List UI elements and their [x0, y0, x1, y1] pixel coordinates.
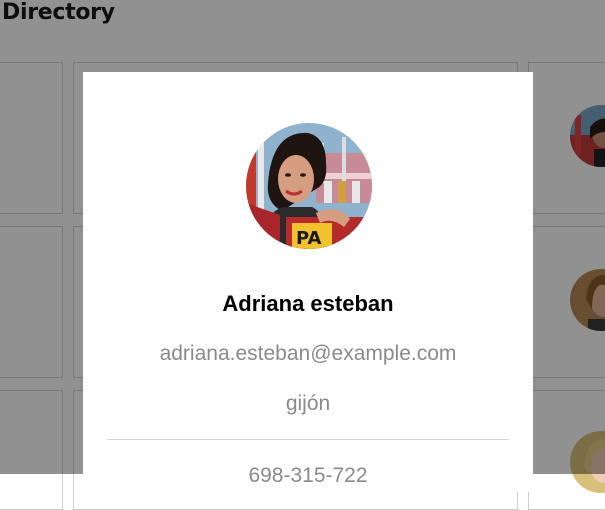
- user-email[interactable]: adriana.esteban@example.com: [83, 342, 533, 366]
- user-city: gijón: [285, 392, 331, 415]
- user-phone[interactable]: 698-315-722: [83, 464, 533, 488]
- user-detail-modal: PA Adriana esteban adriana.esteban@examp…: [83, 72, 533, 492]
- user-name: Adriana esteban: [222, 291, 394, 316]
- svg-text:PA: PA: [296, 228, 322, 249]
- divider: [107, 439, 509, 440]
- user-photo: PA: [246, 123, 372, 249]
